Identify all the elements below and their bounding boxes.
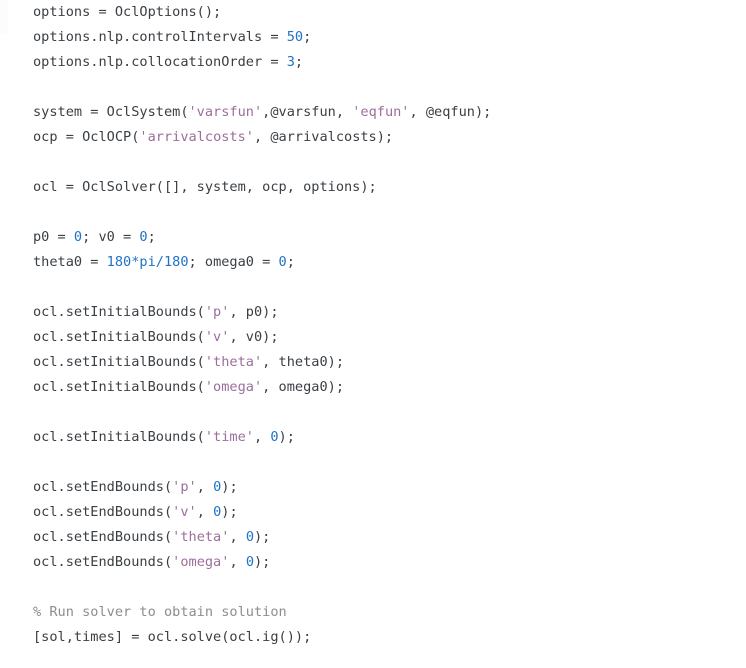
- code-token-plain: ocl.setEndBounds(: [33, 529, 173, 545]
- code-token-string: 'theta': [204, 354, 263, 370]
- code-token-plain: , @arrivalcosts);: [253, 129, 394, 145]
- code-token-plain: , @eqfun);: [409, 104, 492, 120]
- code-line: ocp = OclOCP('arrivalcosts', @arrivalcos…: [33, 125, 746, 150]
- code-token-string: 'omega': [204, 379, 263, 395]
- code-token-plain: ocl.setInitialBounds(: [33, 429, 205, 445]
- code-line: options = OclOptions();: [33, 0, 746, 25]
- code-token-plain: ocl.setEndBounds(: [33, 554, 173, 570]
- code-token-plain: ;: [294, 54, 304, 70]
- code-token-number: 0: [245, 529, 254, 545]
- code-token-plain: ocl.setEndBounds(: [33, 504, 173, 520]
- code-token-plain: options.nlp.controlIntervals =: [33, 29, 287, 45]
- code-line: ocl.setEndBounds('v', 0);: [33, 500, 746, 525]
- code-line: options.nlp.collocationOrder = 3;: [33, 50, 746, 75]
- code-line: p0 = 0; v0 = 0;: [33, 225, 746, 250]
- code-token-number: 0: [278, 254, 287, 270]
- code-token-plain: options.nlp.collocationOrder =: [33, 54, 287, 70]
- code-token-plain: ; v0 =: [82, 229, 140, 245]
- code-token-string: 'omega': [172, 554, 230, 570]
- code-token-plain: ocp = OclOCP(: [33, 129, 140, 145]
- code-token-plain: ;: [147, 229, 156, 245]
- code-line: % Run solver to obtain solution: [33, 600, 746, 625]
- code-token-plain: ,: [229, 529, 246, 545]
- code-token-plain: theta0 =: [33, 254, 107, 270]
- code-line: ocl.setEndBounds('p', 0);: [33, 475, 746, 500]
- code-token-plain: ,: [253, 429, 271, 445]
- code-lines-container: options = OclOptions(); options.nlp.contr…: [33, 0, 746, 650]
- code-token-plain: );: [221, 479, 238, 495]
- code-line: ocl.setInitialBounds('omega', omega0);: [33, 375, 746, 400]
- code-token-number: 0: [139, 229, 148, 245]
- code-token-plain: [sol,times] = ocl.solve(ocl.ig());: [33, 629, 312, 645]
- code-token-plain: ocl.setInitialBounds(: [33, 304, 205, 320]
- code-line: ocl.setInitialBounds('p', p0);: [33, 300, 746, 325]
- code-line: system = OclSystem('varsfun',@varsfun, '…: [33, 100, 746, 125]
- gutter-strip: [0, 0, 8, 34]
- code-token-plain: ocl = OclSolver([], system, ocp, options…: [33, 179, 377, 195]
- code-token-plain: ;: [303, 29, 312, 45]
- code-line: ocl.setInitialBounds('time', 0);: [33, 425, 746, 450]
- code-token-plain: );: [278, 429, 295, 445]
- code-line: ocl = OclSolver([], system, ocp, options…: [33, 175, 746, 200]
- code-token-number: 180*pi/180: [106, 254, 189, 270]
- code-token-plain: ,: [196, 479, 214, 495]
- code-token-plain: ocl.setEndBounds(: [33, 479, 173, 495]
- code-token-string: 'arrivalcosts': [139, 129, 254, 145]
- code-token-plain: ,@varsfun,: [262, 104, 353, 120]
- code-token-plain: system = OclSystem(: [33, 104, 189, 120]
- code-token-string: 'theta': [172, 529, 230, 545]
- code-token-string: 'v': [204, 329, 230, 345]
- code-token-plain: , omega0);: [262, 379, 345, 395]
- code-token-number: 3: [286, 54, 295, 70]
- code-line: [sol,times] = ocl.solve(ocl.ig());: [33, 625, 746, 650]
- code-token-plain: ocl.setInitialBounds(: [33, 379, 205, 395]
- code-token-plain: );: [221, 504, 238, 520]
- code-token-number: 0: [73, 229, 83, 245]
- code-line: options.nlp.controlIntervals = 50;: [33, 25, 746, 50]
- code-token-plain: ocl.setInitialBounds(: [33, 329, 205, 345]
- code-token-number: 0: [270, 429, 279, 445]
- code-token-string: 'time': [204, 429, 254, 445]
- code-token-plain: ,: [229, 554, 246, 570]
- code-token-plain: , p0);: [229, 304, 279, 320]
- code-token-plain: ;: [286, 254, 295, 270]
- code-token-plain: , theta0);: [262, 354, 345, 370]
- code-line: ocl.setEndBounds('omega', 0);: [33, 550, 746, 575]
- code-token-string: 'eqfun': [352, 104, 410, 120]
- code-line: ocl.setInitialBounds('v', v0);: [33, 325, 746, 350]
- code-token-number: 0: [245, 554, 254, 570]
- code-line: ocl.setEndBounds('theta', 0);: [33, 525, 746, 550]
- code-token-plain: p0 =: [33, 229, 74, 245]
- code-token-plain: );: [254, 529, 271, 545]
- code-token-string: 'varsfun': [188, 104, 263, 120]
- code-token-comment: % Run solver to obtain solution: [33, 604, 287, 620]
- code-listing: options = OclOptions(); options.nlp.contr…: [0, 0, 746, 668]
- code-token-plain: ; omega0 =: [188, 254, 279, 270]
- code-token-number: 50: [286, 29, 304, 45]
- code-token-plain: , v0);: [229, 329, 279, 345]
- code-token-plain: options = OclOptions();: [33, 4, 222, 20]
- code-token-plain: );: [254, 554, 271, 570]
- code-token-string: 'p': [204, 304, 230, 320]
- code-token-plain: ocl.setInitialBounds(: [33, 354, 205, 370]
- code-token-string: 'v': [172, 504, 197, 520]
- code-line: theta0 = 180*pi/180; omega0 = 0;: [33, 250, 746, 275]
- code-token-string: 'p': [172, 479, 197, 495]
- code-token-plain: ,: [196, 504, 214, 520]
- code-line: ocl.setInitialBounds('theta', theta0);: [33, 350, 746, 375]
